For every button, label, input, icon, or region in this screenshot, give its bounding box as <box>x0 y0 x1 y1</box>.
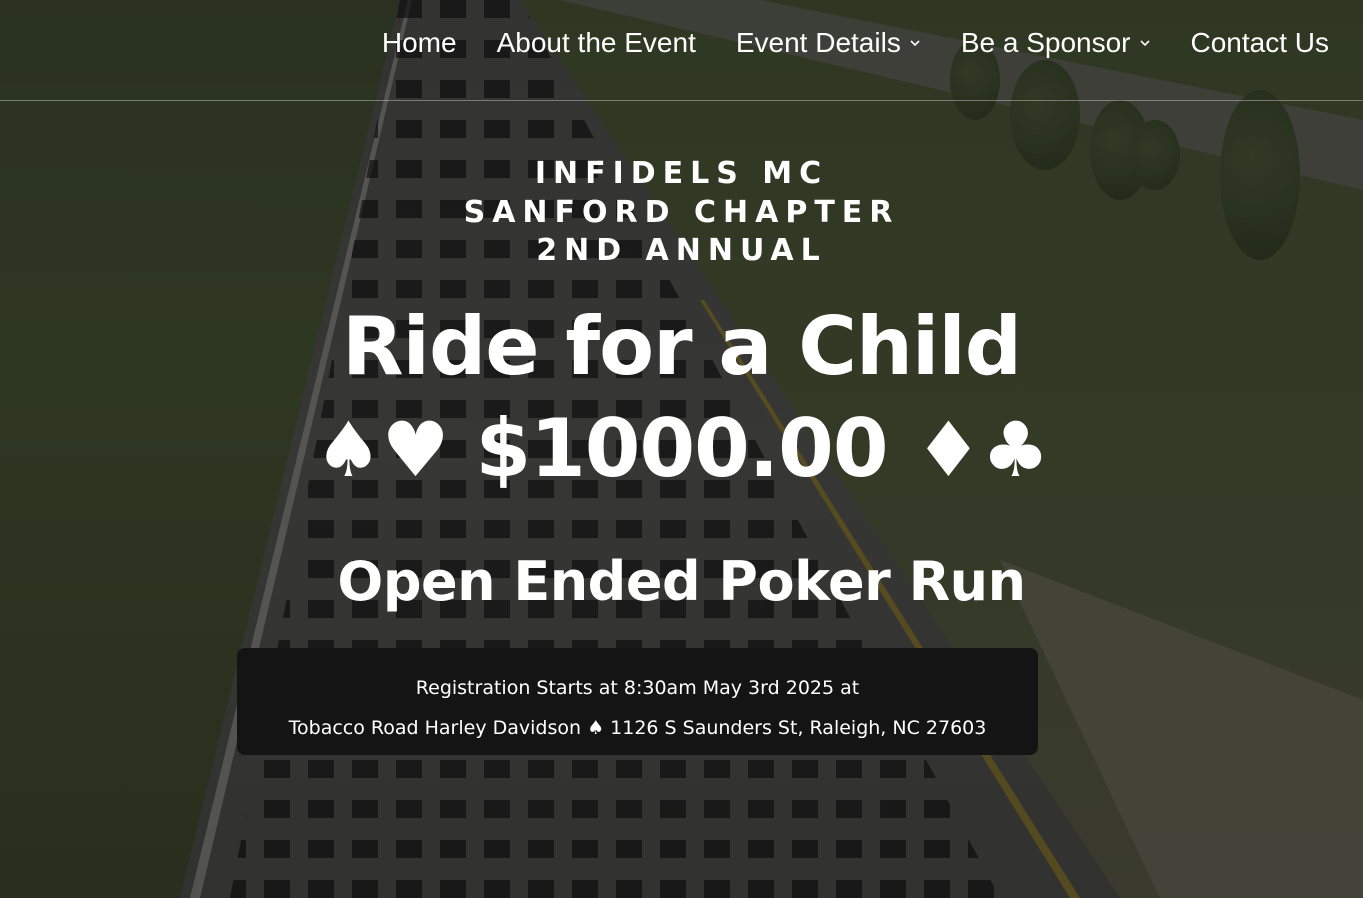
page: Home About the Event Event Details Be a … <box>0 0 1363 898</box>
kicker-line-2: SANFORD CHAPTER <box>463 195 900 230</box>
nav-home-label: Home <box>381 27 457 58</box>
registration-info-box: Registration Starts at 8:30am May 3rd 20… <box>237 648 1038 755</box>
registration-info-line-2: Tobacco Road Harley Davidson ♠ 1126 S Sa… <box>288 717 987 739</box>
nav-home[interactable]: Home <box>382 27 457 59</box>
registration-info-line-1: Registration Starts at 8:30am May 3rd 20… <box>415 677 860 699</box>
nav-be-a-sponsor[interactable]: Be a Sponsor <box>961 27 1151 59</box>
chevron-down-icon <box>1139 40 1150 47</box>
main-nav: Home About the Event Event Details Be a … <box>382 27 1329 59</box>
kicker-line-1: INFIDELS MC <box>534 156 829 191</box>
chevron-down-icon <box>910 40 920 47</box>
suits-left: ♠♥ <box>314 405 449 494</box>
nav-contact-label: Contact Us <box>1190 27 1330 58</box>
nav-event-details-label: Event Details <box>735 27 901 58</box>
page-title: Ride for a Child <box>341 300 1022 393</box>
nav-event-details[interactable]: Event Details <box>736 27 921 59</box>
kicker-line-3: 2ND ANNUAL <box>536 233 827 268</box>
site-header: Home About the Event Event Details Be a … <box>0 0 1363 101</box>
prize-line: ♠♥ $1000.00 ♦♣ <box>0 402 1363 495</box>
nav-sponsor-label: Be a Sponsor <box>960 27 1131 58</box>
prize-amount: $1000.00 <box>475 402 888 495</box>
nav-about-the-event[interactable]: About the Event <box>497 27 696 59</box>
event-subtitle: Open Ended Poker Run <box>337 550 1026 613</box>
nav-contact-us[interactable]: Contact Us <box>1191 27 1330 59</box>
suits-right: ♦♣ <box>914 405 1049 494</box>
nav-about-label: About the Event <box>496 27 696 58</box>
